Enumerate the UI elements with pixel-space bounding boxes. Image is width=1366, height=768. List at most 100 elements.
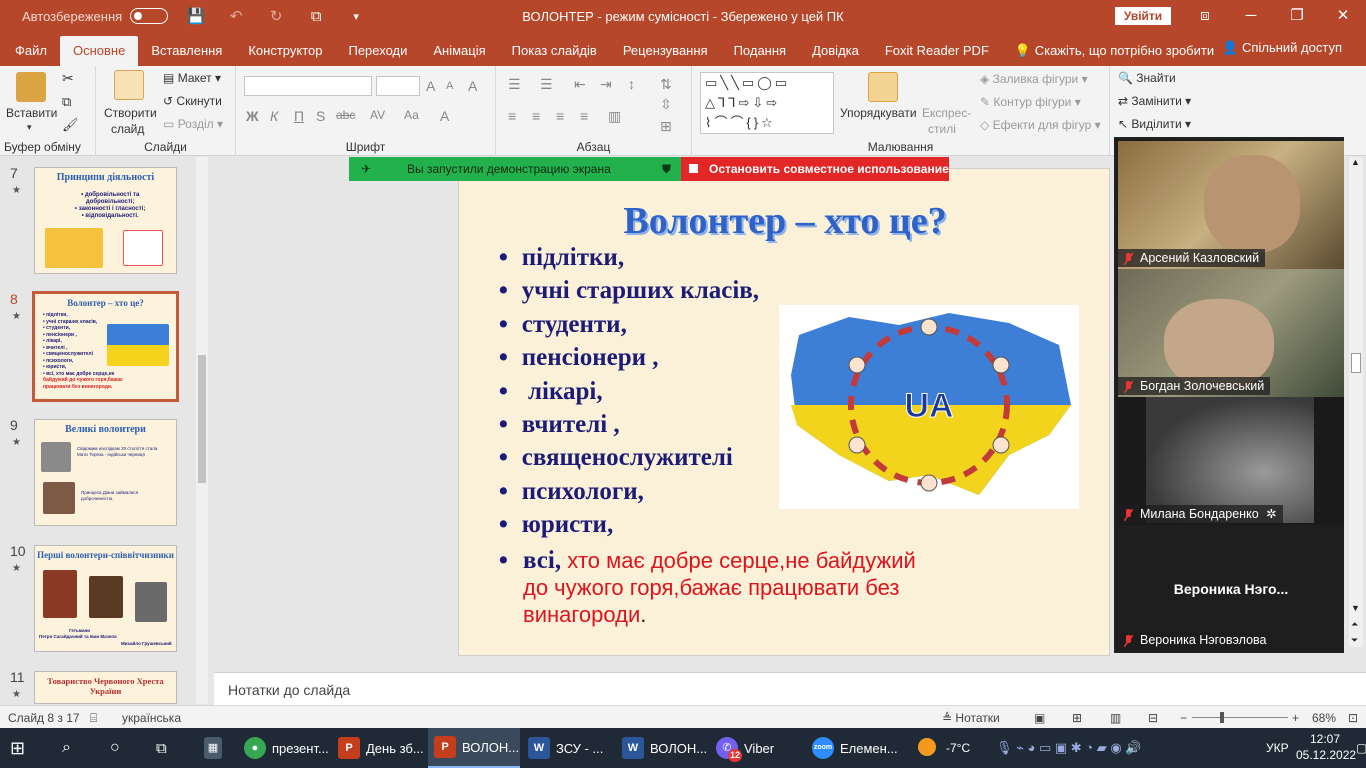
- slide-thumbnail-10[interactable]: Перші волонтери-співвітчизники Гетьмани П…: [34, 545, 177, 652]
- input-language[interactable]: УКР: [1266, 728, 1289, 768]
- sign-in-button[interactable]: Увійти: [1115, 7, 1171, 25]
- close-button[interactable]: ✕: [1320, 0, 1366, 32]
- tab-insert[interactable]: Вставлення: [138, 36, 235, 66]
- font-size-input[interactable]: [376, 76, 420, 96]
- paste-icon[interactable]: [16, 72, 46, 102]
- spellcheck-icon[interactable]: ⌸: [90, 711, 97, 726]
- shape-outline-button[interactable]: ✎ Контур фігури ▾: [980, 95, 1081, 109]
- tab-home[interactable]: Основне: [59, 36, 139, 66]
- align-center-icon[interactable]: ≡: [532, 108, 540, 124]
- participant-video-tile[interactable]: Арсений Казловский: [1118, 141, 1344, 269]
- zoom-level[interactable]: 68%: [1312, 711, 1336, 725]
- taskbar-app[interactable]: W ВОЛОН...: [622, 728, 710, 768]
- char-spacing-button[interactable]: AV: [370, 108, 385, 122]
- participant-video-tile[interactable]: Милана Бондаренко ✲: [1118, 397, 1344, 525]
- taskbar-app[interactable]: P День зб...: [338, 728, 426, 768]
- smartart-icon[interactable]: ⊞: [660, 118, 672, 135]
- customize-quick-access-icon[interactable]: ▾: [344, 10, 368, 23]
- calculator-icon[interactable]: ▦: [204, 728, 228, 768]
- layout-button[interactable]: ▤ Макет ▾: [163, 71, 221, 85]
- slide-thumbnail-11[interactable]: Товариство Червоного Хреста України: [34, 671, 177, 704]
- zoom-slider-thumb[interactable]: [1220, 712, 1224, 723]
- taskbar-app[interactable]: W ЗСУ - ...: [528, 728, 616, 768]
- tab-foxit[interactable]: Foxit Reader PDF: [872, 36, 1002, 66]
- fit-slide-icon[interactable]: ⊡: [1348, 711, 1358, 725]
- screen-share-status[interactable]: ✈ Вы запустили демонстрацию экрана ⛊: [349, 157, 681, 181]
- font-color-icon[interactable]: A: [440, 108, 449, 124]
- zoom-slider[interactable]: [1192, 717, 1288, 718]
- slide-scrollbar[interactable]: ▲ ▼ ⏶ ⏷: [1349, 157, 1363, 647]
- find-button[interactable]: 🔍 Знайти: [1118, 71, 1176, 85]
- text-direction-icon[interactable]: ⇅: [660, 76, 672, 93]
- line-spacing-icon[interactable]: ↕: [628, 76, 635, 92]
- stop-sharing-button[interactable]: Остановить совместное использование: [681, 157, 949, 181]
- paste-dropdown-icon[interactable]: ▾: [27, 122, 32, 133]
- tab-file[interactable]: Файл: [2, 36, 60, 66]
- change-case-button[interactable]: Аа: [404, 108, 419, 122]
- language-status[interactable]: українська: [122, 711, 181, 725]
- taskbar-app-active[interactable]: P ВОЛОН...: [428, 728, 520, 768]
- participant-video-tile[interactable]: Вероника Нэго... Вероника Нэговэлова: [1118, 525, 1344, 651]
- from-beginning-icon[interactable]: ⧉: [304, 8, 328, 25]
- slide-thumbnail-7[interactable]: Принципи діяльності • добровільності та д…: [34, 167, 177, 274]
- arrange-icon[interactable]: [868, 72, 898, 102]
- cut-icon[interactable]: ✂: [62, 70, 74, 87]
- bullet-list[interactable]: підлітки, учні старших класів, студенти,…: [499, 243, 759, 544]
- quick-styles-label-1[interactable]: Експрес-: [922, 106, 971, 120]
- tab-transitions[interactable]: Переходи: [335, 36, 420, 66]
- arrange-button[interactable]: Упорядкувати: [840, 106, 917, 120]
- taskbar-app[interactable]: ✆ 12 Viber: [716, 728, 796, 768]
- copy-icon[interactable]: ⧉: [62, 94, 71, 110]
- ukraine-map-image[interactable]: UA: [779, 305, 1079, 509]
- share-button[interactable]: 👤 Спільний доступ: [1222, 40, 1342, 56]
- increase-indent-icon[interactable]: ⇥: [600, 76, 612, 93]
- taskbar-app[interactable]: ● презент...: [244, 728, 330, 768]
- scrollbar-thumb[interactable]: [198, 355, 206, 483]
- paste-button[interactable]: Вставити: [6, 106, 57, 120]
- slide-title[interactable]: Волонтер – хто це?: [459, 199, 1111, 243]
- font-name-input[interactable]: [244, 76, 372, 96]
- redo-icon[interactable]: ↻: [264, 7, 288, 25]
- task-view-icon[interactable]: ⧉: [156, 728, 180, 768]
- format-painter-icon[interactable]: 🖌: [62, 117, 79, 133]
- minimize-button[interactable]: ─: [1228, 0, 1274, 32]
- normal-view-icon[interactable]: ▣: [1034, 711, 1045, 725]
- align-left-icon[interactable]: ≡: [508, 108, 516, 124]
- slide-thumbnail-9[interactable]: Великі волонтери Свідомим наслідкам 20 с…: [34, 419, 177, 526]
- notes-toggle[interactable]: ≜ Нотатки: [942, 711, 1000, 725]
- current-slide[interactable]: Волонтер – хто це? підлітки, учні старши…: [458, 168, 1110, 656]
- autosave-toggle[interactable]: [130, 8, 169, 24]
- align-right-icon[interactable]: ≡: [556, 108, 564, 124]
- slide-thumbnail-8[interactable]: Волонтер – хто це? • підлітки, • учні ста…: [32, 291, 179, 402]
- bold-button[interactable]: Ж: [246, 108, 259, 124]
- section-button[interactable]: ▭ Розділ ▾: [163, 117, 223, 131]
- decrease-font-icon[interactable]: A: [446, 80, 453, 92]
- slideshow-icon[interactable]: ⊟: [1148, 711, 1158, 725]
- bullets-icon[interactable]: ☰: [508, 76, 521, 93]
- columns-icon[interactable]: ▥: [608, 108, 621, 125]
- shadow-button[interactable]: S: [316, 108, 325, 124]
- weather-icon[interactable]: [918, 738, 936, 756]
- tab-view[interactable]: Подання: [721, 36, 800, 66]
- tab-review[interactable]: Рецензування: [610, 36, 721, 66]
- taskbar-app[interactable]: zoom Елемен...: [812, 728, 902, 768]
- scroll-up-icon[interactable]: ▲: [1351, 157, 1360, 167]
- select-button[interactable]: ↖ Виділити ▾: [1118, 117, 1191, 131]
- tray-icons[interactable]: 🎙 ⌁ ◕ ▭ ▣ ✱ ◔ ▰ ◉ 🔊: [996, 728, 1142, 768]
- notes-pane[interactable]: Нотатки до слайда: [214, 672, 1366, 705]
- shapes-gallery[interactable]: ▭╲╲▭◯▭ △⅂⅂⇨⇩⇨ ⌇⌒⌒{}☆: [700, 72, 834, 134]
- tab-animations[interactable]: Анімація: [420, 36, 498, 66]
- zoom-in-icon[interactable]: +: [1292, 711, 1299, 725]
- clear-formatting-icon[interactable]: A: [468, 78, 477, 94]
- new-slide-icon[interactable]: [114, 70, 144, 100]
- shape-fill-button[interactable]: ◈ Заливка фігури ▾: [980, 72, 1088, 86]
- strikethrough-button[interactable]: abc: [336, 108, 355, 122]
- quick-styles-label-2[interactable]: стилі: [928, 122, 956, 136]
- shape-effects-button[interactable]: ◇ Ефекти для фігур ▾: [980, 118, 1101, 132]
- justify-icon[interactable]: ≡: [580, 108, 588, 124]
- next-slide-icon[interactable]: ⏷: [1351, 635, 1358, 646]
- undo-icon[interactable]: ↶: [224, 7, 248, 25]
- previous-slide-icon[interactable]: ⏶: [1351, 619, 1358, 630]
- scroll-down-icon[interactable]: ▼: [1351, 603, 1360, 613]
- tab-slideshow[interactable]: Показ слайдів: [499, 36, 610, 66]
